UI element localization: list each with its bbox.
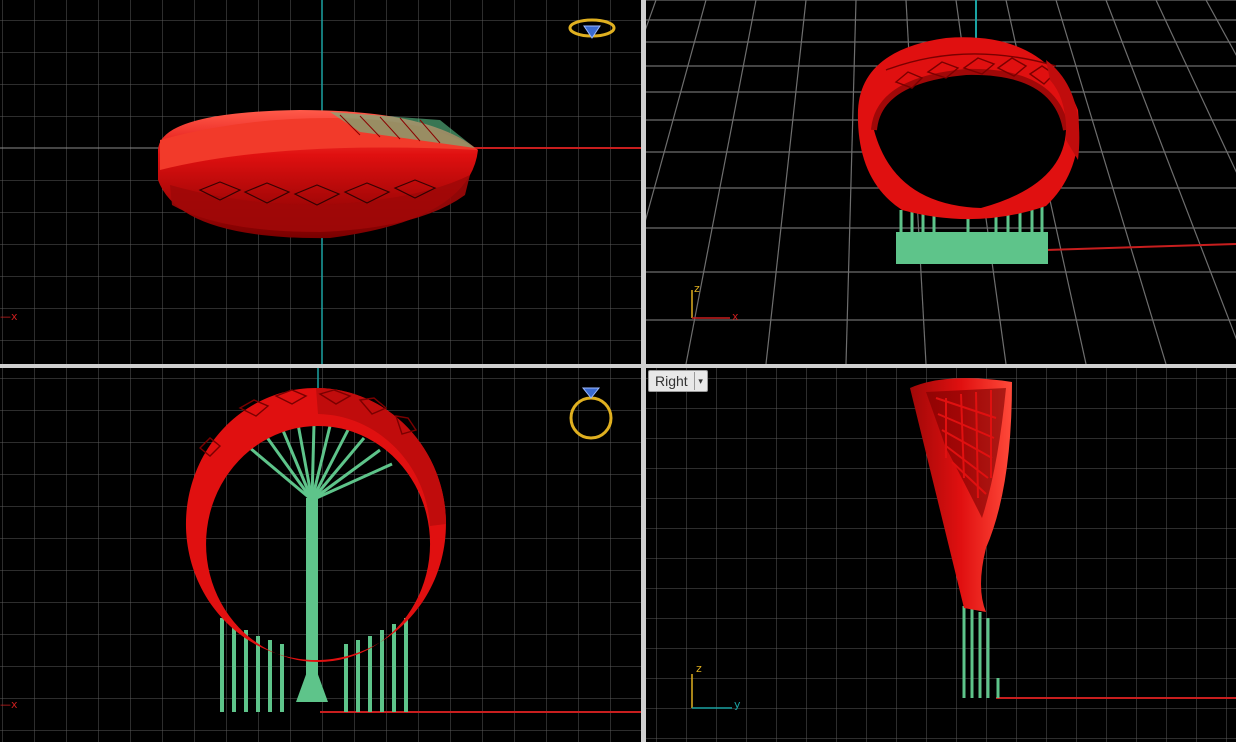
top-view-canvas[interactable] (0, 0, 641, 364)
z-axis-label: z (694, 282, 700, 295)
x-axis-label: x (732, 310, 739, 323)
y-axis-label: y (734, 698, 741, 711)
viewport-label-text: Right (655, 373, 688, 389)
viewport-perspective[interactable]: z x (646, 0, 1236, 364)
viewport-top[interactable]: —x (0, 0, 641, 364)
viewport-label-right[interactable]: Right ▾ (648, 370, 708, 392)
viewport-right[interactable]: Right ▾ z y (646, 368, 1236, 742)
front-view-canvas[interactable] (0, 368, 641, 742)
chevron-down-icon[interactable]: ▾ (693, 372, 707, 390)
x-axis-label: —x (0, 698, 18, 711)
right-view-canvas[interactable] (646, 368, 1236, 742)
viewport-front[interactable]: —x (0, 368, 641, 742)
z-axis-label: z (696, 662, 702, 675)
ring-model-perspective[interactable] (857, 37, 1080, 220)
x-axis-line (1045, 243, 1236, 251)
x-axis-label: —x (0, 310, 18, 323)
